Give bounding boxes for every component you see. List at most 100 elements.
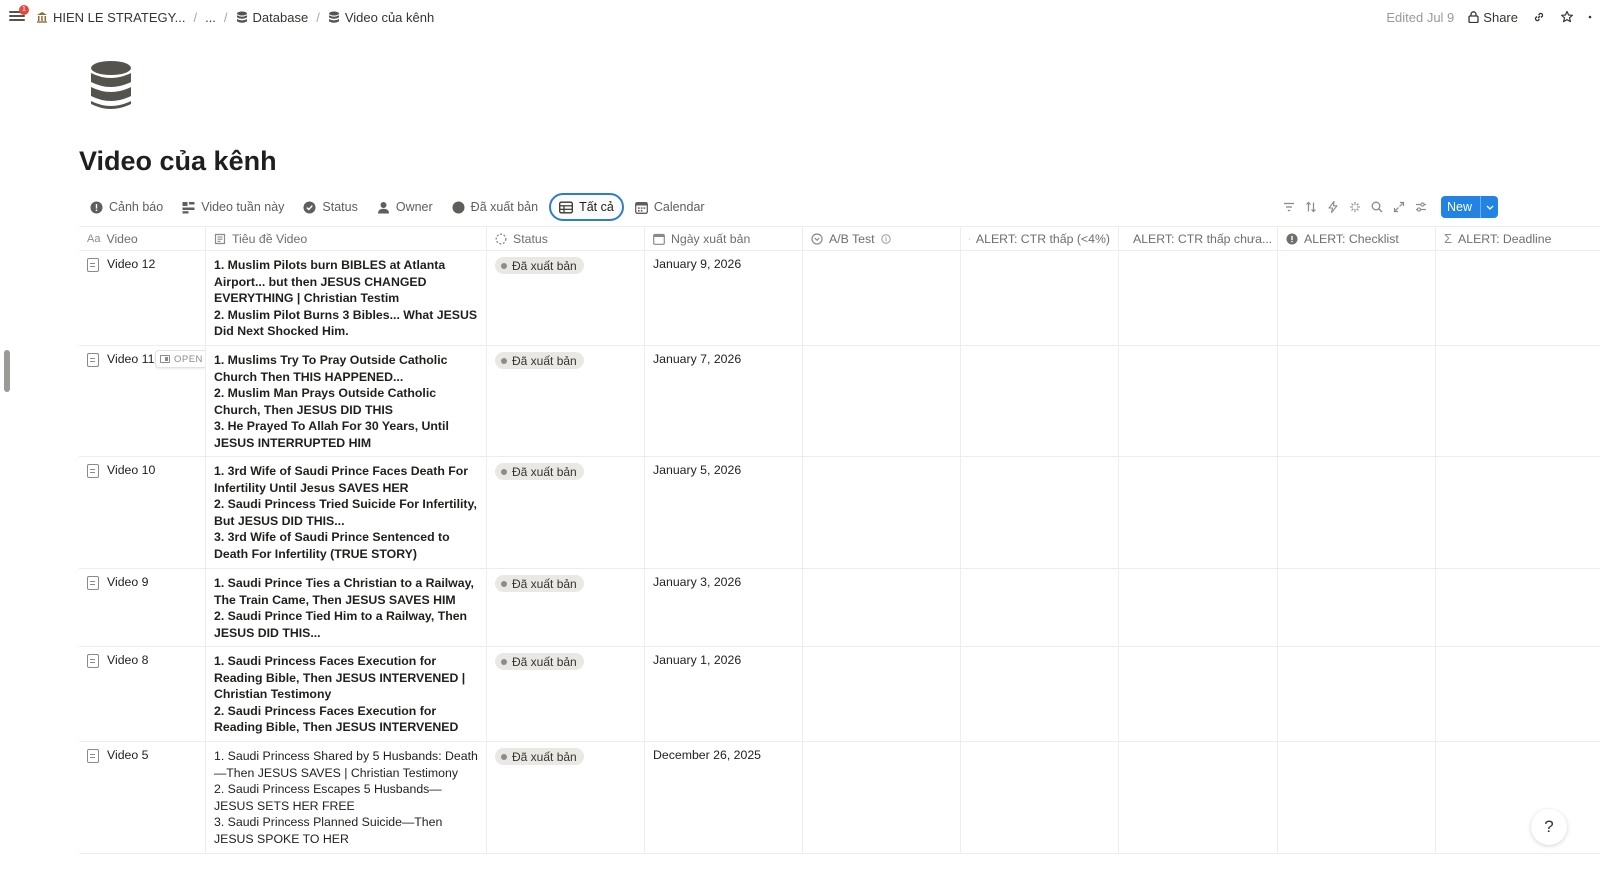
column-header-alert-ctr-chua[interactable]: ALERT: CTR thấp chưa... xyxy=(1119,227,1278,250)
cell-status[interactable]: Đã xuất bản xyxy=(487,569,645,646)
cell-publish-date[interactable]: January 9, 2026 xyxy=(645,251,803,345)
page-link[interactable]: Video 10 xyxy=(87,463,197,478)
cell-ab-test[interactable] xyxy=(803,251,961,345)
cell-alert-deadline[interactable] xyxy=(1436,647,1600,741)
tab-da-xuat-ban[interactable]: Đã xuất bản xyxy=(444,193,546,221)
page-link[interactable]: Video 5 xyxy=(87,748,197,763)
star-icon[interactable] xyxy=(1560,10,1574,24)
cell-alert-deadline[interactable] xyxy=(1436,346,1600,456)
cell-alert-ctr[interactable] xyxy=(961,569,1119,646)
cell-video-name[interactable]: Video 11 OPEN xyxy=(79,346,206,456)
page-link[interactable]: Video 12 xyxy=(87,257,197,272)
tab-video-tuan-nay[interactable]: Video tuần này xyxy=(174,193,292,221)
cell-publish-date[interactable]: January 3, 2026 xyxy=(645,569,803,646)
chevron-down-icon[interactable] xyxy=(1480,196,1498,218)
column-header-video[interactable]: Aa Video xyxy=(79,227,206,250)
tab-tat-ca[interactable]: Tất cả xyxy=(549,193,624,221)
cell-alert-deadline[interactable] xyxy=(1436,251,1600,345)
table-row[interactable]: Video 9 1. Saudi Prince Ties a Christian … xyxy=(79,569,1600,647)
new-button[interactable]: New xyxy=(1441,196,1499,218)
table-row[interactable]: Video 8 1. Saudi Princess Faces Execution… xyxy=(79,647,1600,742)
ai-sparkle-icon[interactable] xyxy=(1347,199,1363,215)
cell-alert-ctr-chua[interactable] xyxy=(1119,251,1278,345)
breadcrumb-database[interactable]: Database xyxy=(236,10,308,25)
sort-icon[interactable] xyxy=(1303,199,1319,215)
cell-status[interactable]: Đã xuất bản xyxy=(487,346,645,456)
cell-status[interactable]: Đã xuất bản xyxy=(487,251,645,345)
automation-icon[interactable] xyxy=(1325,199,1341,215)
page-link[interactable]: Video 8 xyxy=(87,653,197,668)
link-icon[interactable] xyxy=(1532,10,1546,24)
table-row[interactable]: Video 10 1. 3rd Wife of Saudi Prince Face… xyxy=(79,457,1600,569)
cell-video-name[interactable]: Video 10 xyxy=(79,457,206,568)
share-button[interactable]: Share xyxy=(1468,10,1518,25)
page-title[interactable]: Video của kênh xyxy=(79,146,277,177)
breadcrumb-current-page[interactable]: Video của kênh xyxy=(328,10,434,25)
cell-alert-deadline[interactable] xyxy=(1436,569,1600,646)
settings-sliders-icon[interactable] xyxy=(1413,199,1429,215)
cell-alert-checklist[interactable] xyxy=(1278,569,1436,646)
cell-alert-ctr[interactable] xyxy=(961,457,1119,568)
table-row[interactable]: Video 12 1. Muslim Pilots burn BIBLES at … xyxy=(79,251,1600,346)
cell-alert-ctr[interactable] xyxy=(961,346,1119,456)
table-row[interactable]: Video 11 OPEN 1. Muslims Try To Pray Outsi… xyxy=(79,346,1600,457)
cell-publish-date[interactable]: January 5, 2026 xyxy=(645,457,803,568)
page-link[interactable]: Video 9 xyxy=(87,575,197,590)
tab-canh-bao[interactable]: Cảnh báo xyxy=(82,193,171,221)
expand-icon[interactable] xyxy=(1391,199,1407,215)
column-header-alert-ctr[interactable]: ALERT: CTR thấp (<4%) xyxy=(961,227,1119,250)
cell-video-name[interactable]: Video 8 xyxy=(79,647,206,741)
cell-status[interactable]: Đã xuất bản xyxy=(487,647,645,741)
cell-video-titles[interactable]: 1. Muslim Pilots burn BIBLES at Atlanta … xyxy=(206,251,487,345)
cell-video-titles[interactable]: 1. Muslims Try To Pray Outside Catholic … xyxy=(206,346,487,456)
cell-alert-checklist[interactable] xyxy=(1278,251,1436,345)
search-icon[interactable] xyxy=(1369,199,1385,215)
cell-ab-test[interactable] xyxy=(803,647,961,741)
cell-alert-ctr[interactable] xyxy=(961,647,1119,741)
cell-alert-ctr-chua[interactable] xyxy=(1119,742,1278,853)
cell-ab-test[interactable] xyxy=(803,569,961,646)
open-button[interactable]: OPEN xyxy=(155,350,205,368)
cell-alert-ctr-chua[interactable] xyxy=(1119,346,1278,456)
cell-alert-checklist[interactable] xyxy=(1278,346,1436,456)
tab-calendar[interactable]: Calendar xyxy=(627,193,713,221)
scrollbar-handle[interactable] xyxy=(4,350,10,392)
database-page-icon[interactable] xyxy=(88,60,134,112)
cell-video-name[interactable]: Video 5 xyxy=(79,742,206,853)
filter-icon[interactable] xyxy=(1281,199,1297,215)
cell-ab-test[interactable] xyxy=(803,742,961,853)
cell-video-name[interactable]: Video 12 xyxy=(79,251,206,345)
table-row[interactable]: Video 5 1. Saudi Princess Shared by 5 Hus… xyxy=(79,742,1600,854)
cell-video-titles[interactable]: 1. 3rd Wife of Saudi Prince Faces Death … xyxy=(206,457,487,568)
cell-video-name[interactable]: Video 9 xyxy=(79,569,206,646)
cell-alert-ctr-chua[interactable] xyxy=(1119,647,1278,741)
cell-status[interactable]: Đã xuất bản xyxy=(487,742,645,853)
cell-status[interactable]: Đã xuất bản xyxy=(487,457,645,568)
page-link[interactable]: Video 11 OPEN xyxy=(87,350,205,368)
cell-ab-test[interactable] xyxy=(803,457,961,568)
cell-video-titles[interactable]: 1. Saudi Princess Faces Execution for Re… xyxy=(206,647,487,741)
breadcrumb-workspace[interactable]: HIEN LE STRATEGY... xyxy=(36,10,185,25)
column-header-ab-test[interactable]: A/B Test xyxy=(803,227,961,250)
cell-alert-deadline[interactable] xyxy=(1436,742,1600,853)
column-header-tieu-de[interactable]: Tiêu đề Video xyxy=(206,227,487,250)
column-header-alert-checklist[interactable]: ALERT: Checklist xyxy=(1278,227,1436,250)
cell-publish-date[interactable]: December 26, 2025 xyxy=(645,742,803,853)
cell-video-titles[interactable]: 1. Saudi Prince Ties a Christian to a Ra… xyxy=(206,569,487,646)
breadcrumb-ellipsis[interactable]: ... xyxy=(205,10,216,25)
tab-owner[interactable]: Owner xyxy=(369,193,441,221)
cell-alert-ctr[interactable] xyxy=(961,742,1119,853)
cell-alert-ctr[interactable] xyxy=(961,251,1119,345)
cell-alert-checklist[interactable] xyxy=(1278,647,1436,741)
info-icon[interactable] xyxy=(880,233,891,244)
cell-alert-ctr-chua[interactable] xyxy=(1119,569,1278,646)
cell-alert-deadline[interactable] xyxy=(1436,457,1600,568)
column-header-alert-deadline[interactable]: Σ ALERT: Deadline xyxy=(1436,227,1600,250)
cell-video-titles[interactable]: 1. Saudi Princess Shared by 5 Husbands: … xyxy=(206,742,487,853)
column-header-status[interactable]: Status xyxy=(487,227,645,250)
help-button[interactable]: ? xyxy=(1531,809,1567,845)
cell-publish-date[interactable]: January 1, 2026 xyxy=(645,647,803,741)
cell-alert-checklist[interactable] xyxy=(1278,457,1436,568)
column-header-ngay-xuat-ban[interactable]: Ngày xuất bản xyxy=(645,227,803,250)
more-icon[interactable] xyxy=(1588,10,1592,24)
